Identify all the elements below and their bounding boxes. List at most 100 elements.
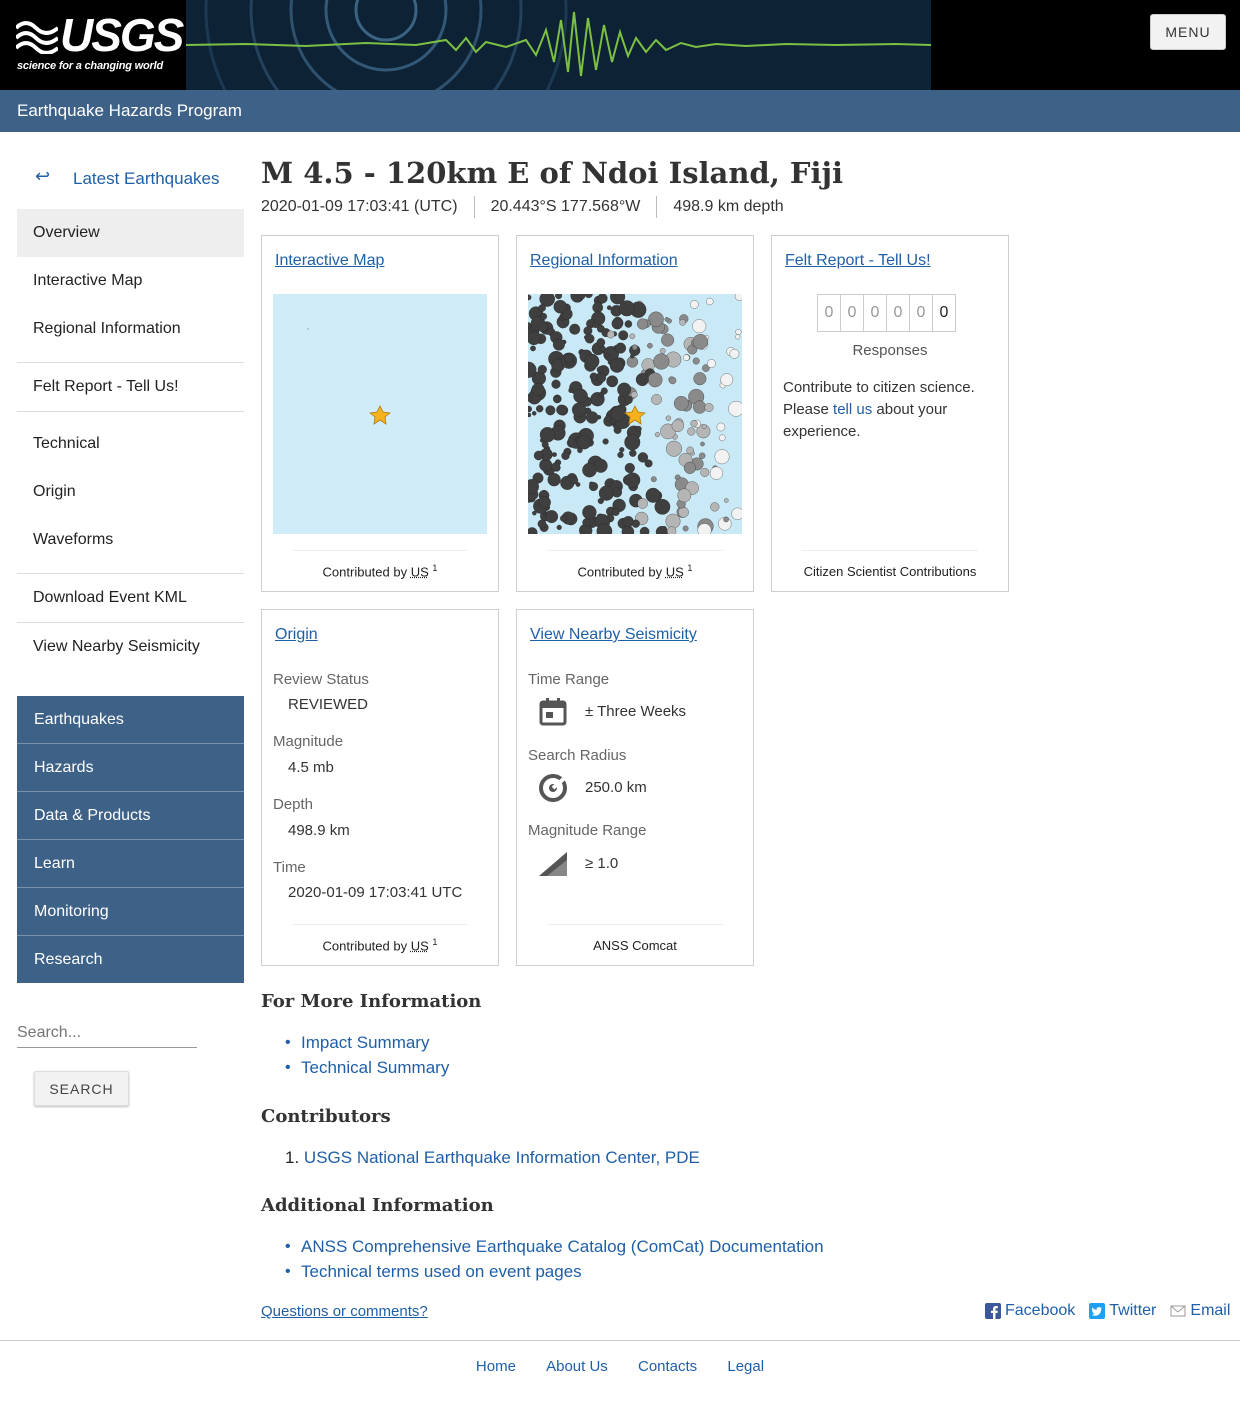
seismicity-dot: [606, 305, 612, 311]
sidebar-item-label: Waveforms: [33, 531, 114, 548]
card-footer-label: ANSS Comcat: [593, 938, 677, 953]
seismicity-dot: [609, 358, 625, 373]
contributor-link[interactable]: USGS National Earthquake Information Cen…: [304, 1148, 700, 1167]
seismicity-dot: [536, 405, 544, 413]
sidebar-item-technical[interactable]: Technical: [17, 420, 244, 468]
impact-summary-link[interactable]: Impact Summary: [301, 1033, 429, 1052]
seismicity-dot: [630, 353, 635, 359]
seismicity-dot: [673, 396, 689, 411]
seismicity-dot: [582, 505, 597, 520]
list-number: 1.: [285, 1148, 300, 1167]
section-hazards[interactable]: Hazards: [17, 744, 244, 791]
seismicity-dot: [598, 485, 614, 501]
facebook-icon[interactable]: [985, 1303, 1001, 1319]
counter-digit: 0: [840, 294, 864, 332]
felt-description: Contribute to citizen science. Please te…: [783, 377, 993, 443]
seismicity-dot: [599, 345, 606, 352]
origin-link[interactable]: Origin: [275, 626, 318, 644]
seismicity-dot: [624, 320, 633, 328]
search-button[interactable]: SEARCH: [34, 1071, 129, 1106]
seismicity-dot: [648, 311, 664, 328]
technical-terms-link[interactable]: Technical terms used on event pages: [301, 1262, 582, 1281]
search-radius-label: Search Radius: [528, 747, 627, 764]
regional-seismicity-thumbnail[interactable]: [528, 294, 742, 534]
section-earthquakes[interactable]: Earthquakes: [17, 696, 244, 743]
sidebar-item-regional-information[interactable]: Regional Information: [17, 305, 244, 353]
sidebar-item-label: Download Event KML: [33, 589, 187, 606]
section-label: Learn: [34, 855, 75, 872]
logo-wordmark: USGS: [60, 9, 184, 61]
email-link[interactable]: Email: [1190, 1302, 1230, 1320]
seismicity-dot: [588, 481, 599, 492]
email-icon[interactable]: [1170, 1303, 1186, 1319]
interactive-map-link[interactable]: Interactive Map: [275, 252, 384, 270]
seismicity-dot: [531, 383, 545, 397]
depth-label: Depth: [273, 796, 314, 813]
meta-divider: [656, 196, 658, 218]
responses-label: Responses: [852, 342, 928, 359]
seismicity-dot: [610, 406, 626, 422]
nearby-seismicity-card[interactable]: View Nearby Seismicity Time Range ± Thre…: [516, 609, 754, 966]
latest-earthquakes-link[interactable]: ↩ Latest Earthquakes: [17, 152, 244, 204]
section-monitoring[interactable]: Monitoring: [17, 888, 244, 935]
program-bar: Earthquake Hazards Program: [0, 90, 1240, 132]
section-research[interactable]: Research: [17, 936, 244, 983]
seismicity-dot: [569, 323, 581, 335]
footer-contacts-link[interactable]: Contacts: [638, 1358, 697, 1375]
list-item: Impact Summary: [285, 1030, 449, 1055]
origin-card[interactable]: Origin Review Status REVIEWED Magnitude …: [261, 609, 499, 966]
questions-link[interactable]: Questions or comments?: [261, 1303, 428, 1320]
section-data-products[interactable]: Data & Products: [17, 792, 244, 839]
seismicity-dot: [537, 519, 547, 529]
interactive-map-card[interactable]: Interactive Map Contributed by US 1: [261, 235, 499, 592]
regional-information-link[interactable]: Regional Information: [530, 252, 678, 270]
felt-report-link[interactable]: Felt Report - Tell Us!: [785, 252, 931, 270]
regional-information-card[interactable]: Regional Information Contributed by US 1: [516, 235, 754, 592]
footer-legal-link[interactable]: Legal: [727, 1358, 764, 1375]
seismicity-dot: [568, 387, 574, 393]
seismicity-dot: [710, 502, 720, 512]
sidebar-item-origin[interactable]: Origin: [17, 468, 244, 516]
contributors-list: 1. USGS National Earthquake Information …: [269, 1145, 700, 1170]
sidebar-item-overview[interactable]: Overview: [17, 209, 244, 257]
menu-button[interactable]: MENU: [1150, 14, 1226, 50]
felt-report-card[interactable]: Felt Report - Tell Us! 0 0 0 0 0 0 Respo…: [771, 235, 1009, 592]
sidebar-item-waveforms[interactable]: Waveforms: [17, 516, 244, 564]
sidebar-item-label: Technical: [33, 435, 100, 452]
seismicity-dot: [624, 462, 635, 474]
footer-about-link[interactable]: About Us: [546, 1358, 608, 1375]
seismicity-dot: [637, 452, 649, 463]
comcat-docs-link[interactable]: ANSS Comprehensive Earthquake Catalog (C…: [301, 1237, 824, 1256]
technical-summary-link[interactable]: Technical Summary: [301, 1058, 449, 1077]
section-learn[interactable]: Learn: [17, 840, 244, 887]
interactive-map-thumbnail[interactable]: [273, 294, 487, 534]
seismicity-dot: [596, 338, 606, 347]
sidebar-item-nearby-seismicity[interactable]: View Nearby Seismicity: [17, 623, 244, 671]
seismicity-dot: [618, 330, 629, 341]
sidebar-item-felt-report[interactable]: Felt Report - Tell Us!: [17, 363, 244, 411]
more-info-list: Impact Summary Technical Summary: [285, 1030, 449, 1080]
usgs-logo[interactable]: USGS science for a changing world: [0, 0, 186, 90]
seismicity-dot: [624, 395, 633, 405]
logo-tagline: science for a changing world: [17, 60, 163, 72]
sidebar-item-label: Interactive Map: [33, 272, 143, 289]
seismicity-dot: [731, 507, 742, 520]
sidebar-item-interactive-map[interactable]: Interactive Map: [17, 257, 244, 305]
nearby-seismicity-link[interactable]: View Nearby Seismicity: [530, 626, 697, 644]
search-input[interactable]: [17, 1018, 197, 1048]
seismicity-dot: [701, 423, 707, 429]
twitter-icon[interactable]: [1089, 1303, 1106, 1319]
seismicity-dot: [709, 466, 723, 480]
facebook-link[interactable]: Facebook: [1005, 1302, 1075, 1320]
tell-us-link[interactable]: tell us: [833, 401, 872, 418]
seismicity-dot: [692, 319, 707, 334]
seismicity-dot: [600, 387, 608, 395]
footer-home-link[interactable]: Home: [476, 1358, 516, 1375]
program-name-link[interactable]: Earthquake Hazards Program: [17, 101, 242, 121]
contributors-heading: Contributors: [261, 1106, 391, 1127]
seismicity-dot: [596, 373, 607, 383]
top-header: USGS science for a changing world MENU: [0, 0, 1240, 90]
twitter-link[interactable]: Twitter: [1109, 1302, 1156, 1320]
sidebar-item-download-kml[interactable]: Download Event KML: [17, 574, 244, 622]
counter-digit: 0: [817, 294, 841, 332]
